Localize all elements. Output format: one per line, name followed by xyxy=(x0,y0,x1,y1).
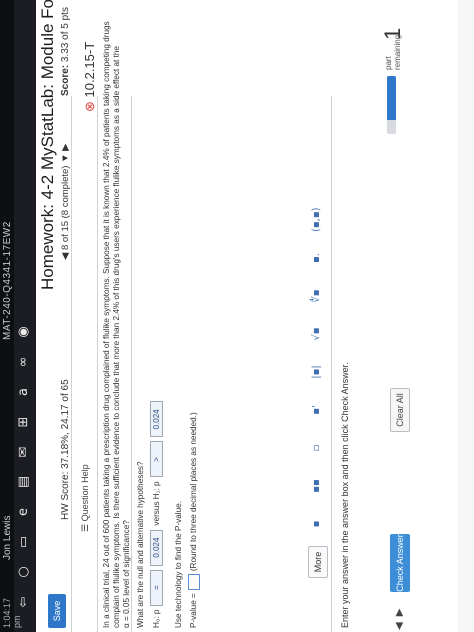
absolute-box-button[interactable]: ▫ xyxy=(311,436,322,460)
pvalue-row: P-value = (Round to three decimal places… xyxy=(188,412,200,628)
os-window-title: MAT-240-Q4341-17EW2 xyxy=(2,221,13,340)
hypotheses-row: H₀: p = 0.024 versus H₁: p > 0.024 xyxy=(150,401,163,628)
answer-instructions: Enter your answer in the answer box and … xyxy=(340,362,350,628)
photo-edge xyxy=(458,0,474,632)
question-dropdown-icon[interactable]: ▼ xyxy=(60,154,71,163)
prompt-line-2: complain of flulike symptoms. Is there s… xyxy=(112,46,121,628)
mixed-number-button[interactable]: ▪▪ xyxy=(311,474,322,498)
list-icon: ☰ xyxy=(80,521,90,532)
interval-button[interactable]: (▪,▪) xyxy=(311,207,322,232)
mystatlab-page: Homework: 4-2 MyStatLab: Module Four Pro… xyxy=(36,0,458,632)
exponent-button[interactable]: ▪' xyxy=(311,398,322,422)
divider xyxy=(331,96,332,632)
photographed-screen: Homework: 4-2 MyStatLab: Module Four Pro… xyxy=(0,0,474,632)
decimal-button[interactable]: ▪. xyxy=(311,246,322,270)
os-user: Jon Lewis xyxy=(2,515,13,560)
fraction-button[interactable]: ▪ xyxy=(311,512,322,536)
question-help-link[interactable]: ☰ Question Help xyxy=(80,464,91,532)
h0-label: H₀: p xyxy=(151,609,161,628)
parts-label-2: remaining xyxy=(393,34,402,70)
math-toolbar: ▪ ▪▪ ▫ ▪' |▪| √▪ ∜▪ ▪. (▪,▪) xyxy=(306,112,326,536)
h1-value-input[interactable]: 0.024 xyxy=(150,401,163,438)
nth-root-button[interactable]: ∜▪ xyxy=(311,284,322,308)
link-icon[interactable]: ∞ xyxy=(14,352,32,372)
store-icon[interactable]: ⊞ xyxy=(14,412,32,432)
parts-remaining-label: part remaining xyxy=(384,35,402,70)
h1-sign-select[interactable]: > xyxy=(150,441,163,478)
score-value: 3.33 of 5 pts xyxy=(60,7,71,63)
prev-arrow-icon[interactable]: ◀ xyxy=(394,616,405,630)
chrome-icon[interactable]: ◉ xyxy=(14,322,32,342)
mail-icon[interactable]: ✉ xyxy=(14,442,32,462)
more-button[interactable]: More xyxy=(308,546,328,578)
divider xyxy=(131,96,132,632)
hw-score: HW Score: 37.18%, 24.17 of 65 xyxy=(60,379,71,520)
back-icon[interactable]: ⇦ xyxy=(14,592,32,612)
task-view-icon[interactable]: ▭ xyxy=(14,532,32,552)
sqrt-button[interactable]: √▪ xyxy=(311,322,322,346)
question-help-label: Question Help xyxy=(80,464,90,522)
parts-progress-bar xyxy=(387,76,396,134)
parts-label-1: part xyxy=(384,56,393,70)
edge-icon[interactable]: e xyxy=(14,502,32,522)
partial-credit-icon: ⊗ xyxy=(82,97,97,112)
pvalue-input[interactable] xyxy=(188,574,200,591)
prompt-line-1: In a clinical trial, 24 out of 600 patie… xyxy=(102,21,111,628)
check-answer-button[interactable]: Check Answer xyxy=(390,534,410,592)
versus-label: versus H₁: p xyxy=(151,481,161,526)
clear-all-button[interactable]: Clear All xyxy=(390,388,410,432)
score-label: Score: xyxy=(60,64,71,96)
cortana-icon[interactable]: ○ xyxy=(14,562,32,582)
divider xyxy=(71,96,72,632)
page-title: Homework: 4-2 MyStatLab: Module Four Pro… xyxy=(38,0,57,290)
amazon-icon[interactable]: a xyxy=(14,382,32,402)
h0-sign-select[interactable]: = xyxy=(150,569,163,606)
h0-value-input[interactable]: 0.024 xyxy=(150,529,163,566)
question-nav-arrows[interactable]: ◀▶ xyxy=(394,603,405,630)
parts-progress-fill xyxy=(387,76,396,120)
next-question-arrow-icon[interactable]: ▶ xyxy=(60,144,71,151)
save-button[interactable]: Save xyxy=(48,594,66,628)
question-progress[interactable]: ◀ 8 of 15 (8 complete) ▼ ▶ xyxy=(60,144,71,260)
question-id: ⊗ 10.2.15-T xyxy=(82,42,98,112)
hypotheses-question: What are the null and alternative hypoth… xyxy=(136,461,145,628)
divider xyxy=(97,96,98,632)
pvalue-hint: (Round to three decimal places as needed… xyxy=(189,412,198,572)
file-explorer-icon[interactable]: ▤ xyxy=(14,472,32,492)
next-arrow-icon[interactable]: ▶ xyxy=(394,603,405,617)
pvalue-label: P-value = xyxy=(189,593,198,628)
abs-value-button[interactable]: |▪| xyxy=(311,360,322,384)
technology-instruction: Use technology to find the P-value. xyxy=(174,501,183,628)
os-title-bar: MAT-240-Q4341-17EW2 Jon Lewis 1:04:17 pm xyxy=(0,0,22,632)
score-text: Score: 3.33 of 5 pts xyxy=(60,7,71,96)
question-id-text: 10.2.15-T xyxy=(82,41,97,98)
progress-text: 8 of 15 (8 complete) xyxy=(60,165,71,251)
prev-question-arrow-icon[interactable]: ◀ xyxy=(60,250,71,260)
